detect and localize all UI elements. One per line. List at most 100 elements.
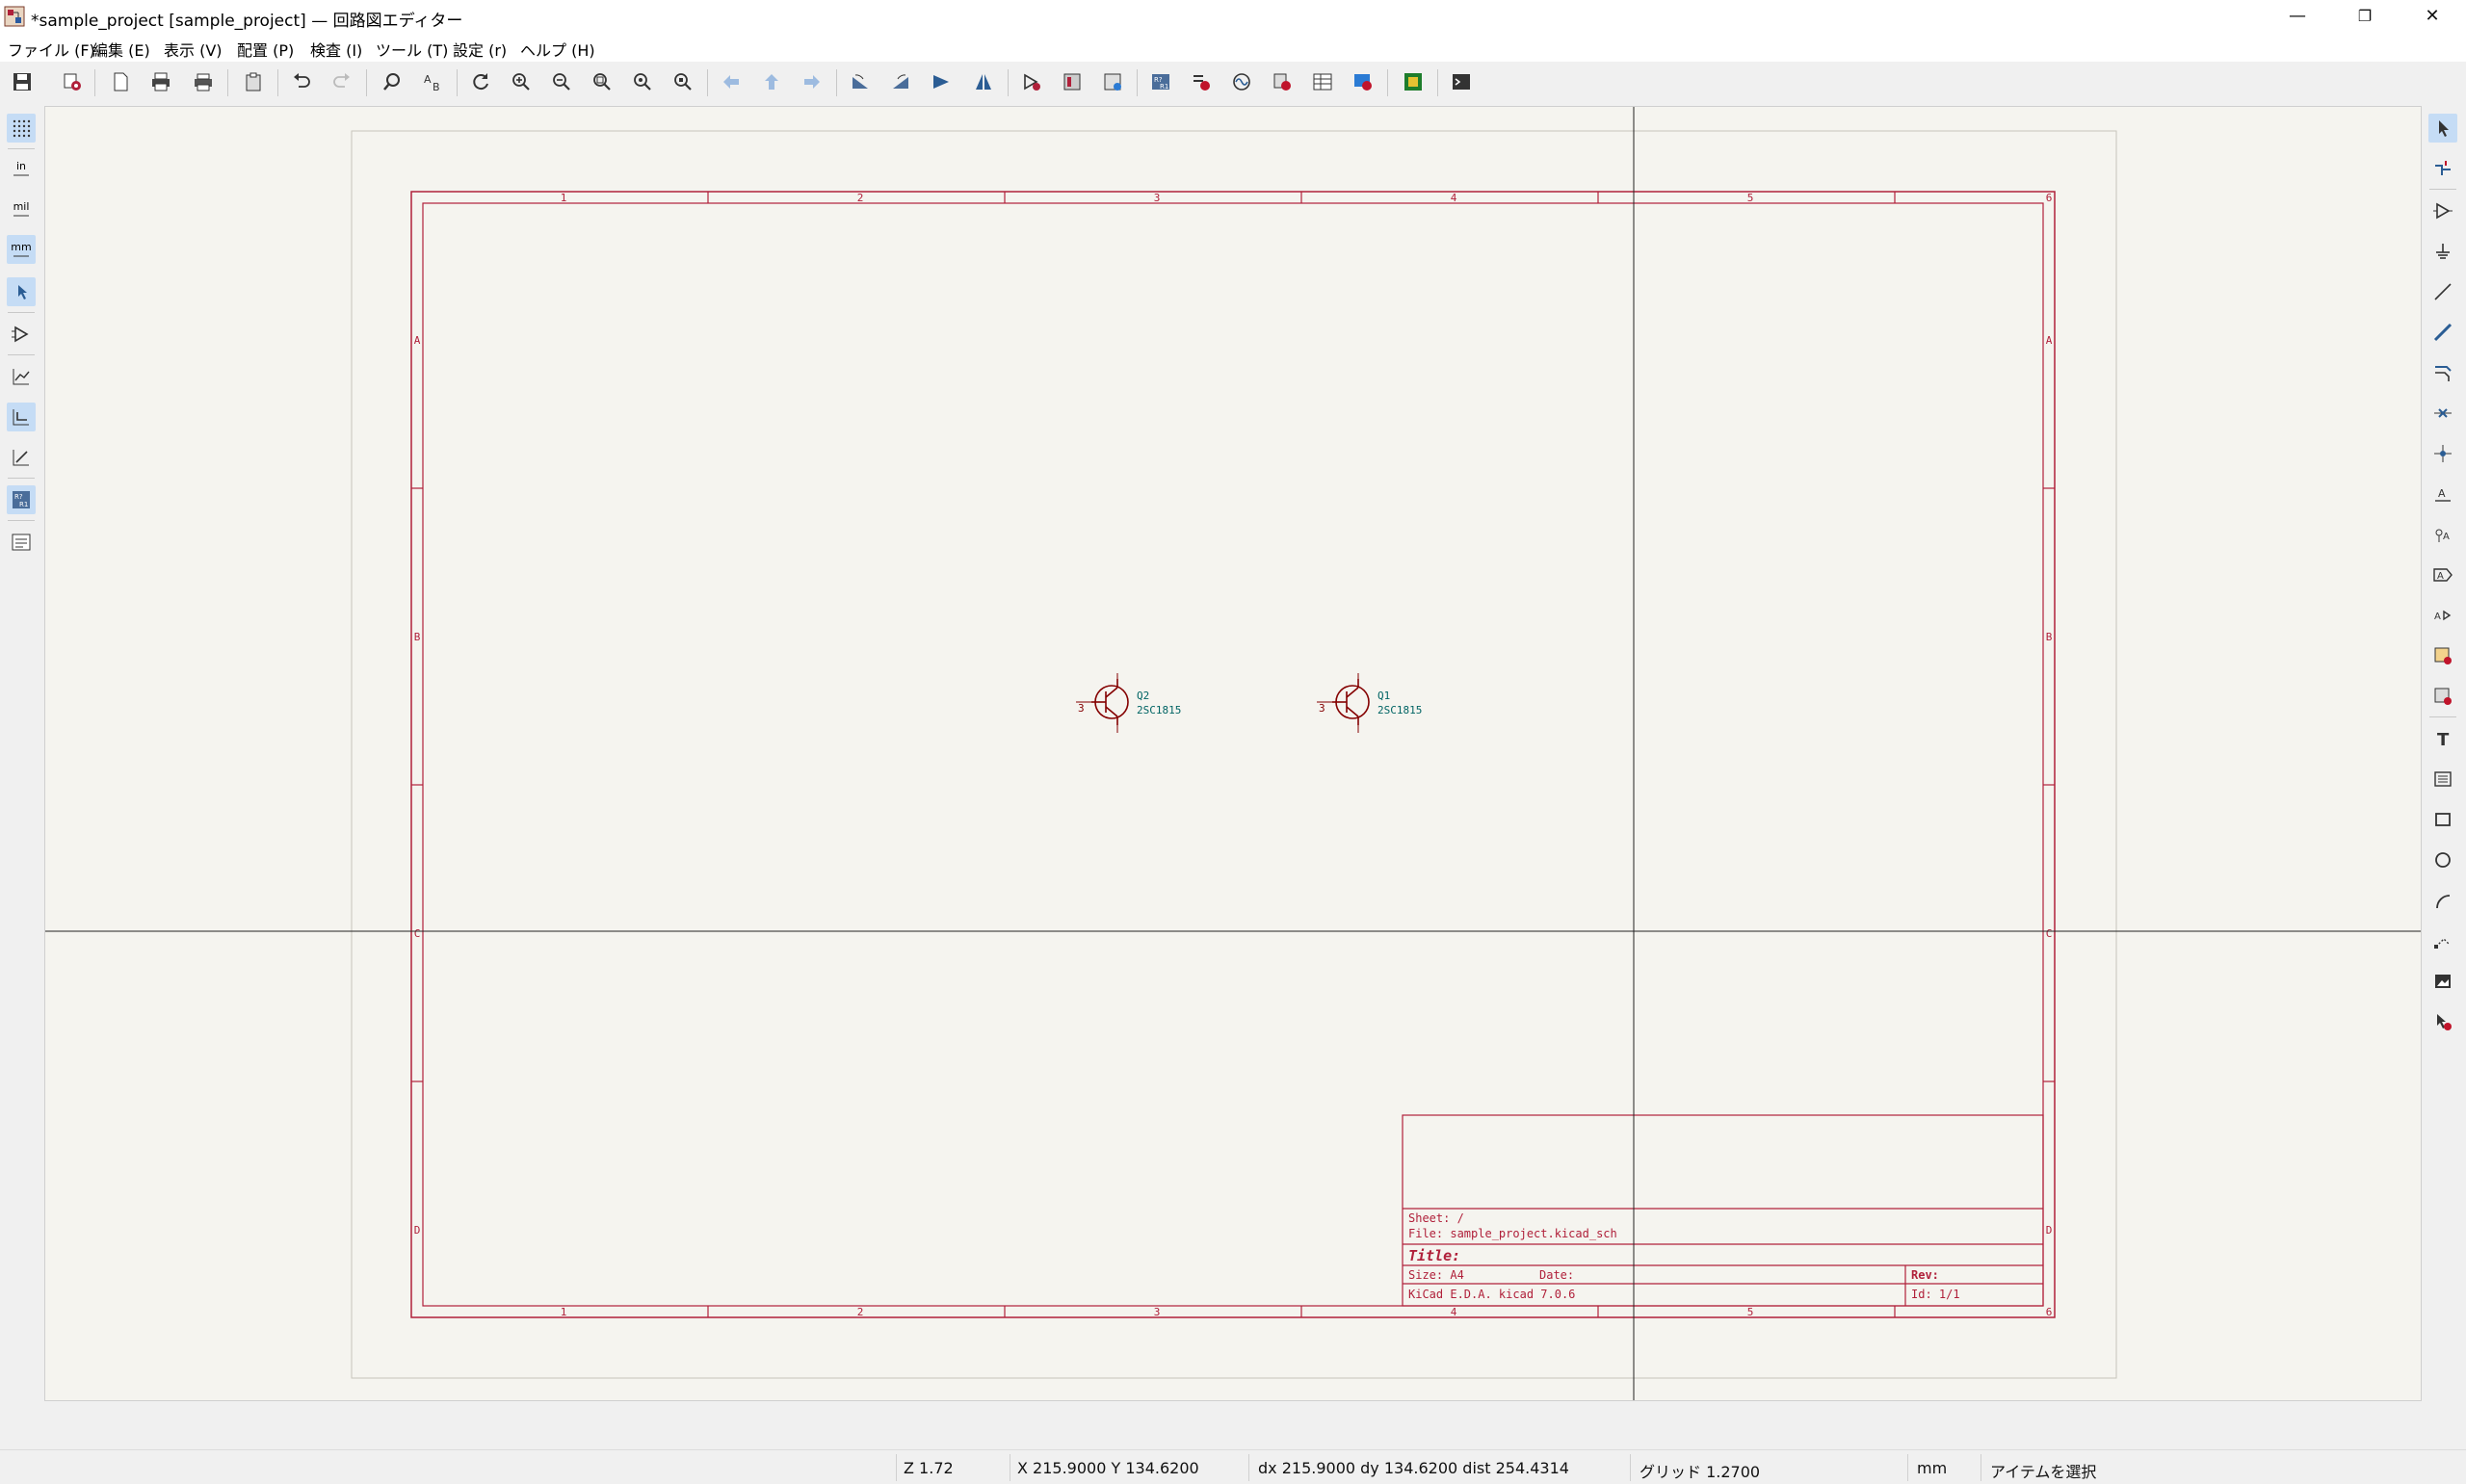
col-label-top: 1 <box>561 192 567 204</box>
hidden-pins-icon[interactable] <box>7 320 36 349</box>
zoom-selection-icon[interactable] <box>669 67 697 96</box>
line-mode-free-icon[interactable] <box>7 362 36 391</box>
footprint-assign-icon[interactable] <box>1098 67 1127 96</box>
add-label-icon[interactable]: A <box>2428 480 2457 508</box>
undo-icon[interactable] <box>287 67 316 96</box>
status-units: mm <box>1917 1459 1948 1477</box>
add-bus-entry-icon[interactable] <box>2428 358 2457 387</box>
simulator-icon[interactable] <box>1227 67 1256 96</box>
col-label-top: 5 <box>1747 192 1754 204</box>
col-label-bottom: 4 <box>1451 1306 1457 1318</box>
add-circle-icon[interactable] <box>2428 846 2457 874</box>
add-arc-icon[interactable] <box>2428 886 2457 915</box>
col-label-top: 2 <box>857 192 864 204</box>
nav-back-icon[interactable] <box>717 67 746 96</box>
annotate-toggle-icon[interactable]: R? R1 <box>7 485 36 514</box>
line-mode-90-icon[interactable] <box>7 403 36 431</box>
nav-forward-icon[interactable] <box>798 67 826 96</box>
menu-tools[interactable]: ツール (T) <box>376 38 448 61</box>
millimeters-icon[interactable]: mm <box>7 235 36 264</box>
add-net-class-directive-icon[interactable]: A <box>2428 520 2457 549</box>
mirror-v-icon[interactable] <box>927 67 956 96</box>
row-label-left: A <box>414 334 421 347</box>
menu-help[interactable]: ヘルプ (H) <box>520 38 595 61</box>
menu-edit[interactable]: 編集 (E) <box>92 38 150 61</box>
schematic-setup-icon[interactable] <box>58 67 87 96</box>
add-wire-icon[interactable] <box>2428 277 2457 306</box>
row-label-right: D <box>2046 1224 2053 1237</box>
delete-icon[interactable] <box>2428 1007 2457 1036</box>
add-graphic-line-icon[interactable] <box>2428 926 2457 955</box>
refresh-icon[interactable] <box>466 67 495 96</box>
zoom-fit-icon[interactable] <box>588 67 616 96</box>
status-delta: dx 215.9000 dy 134.6200 dist 254.4314 <box>1258 1459 1569 1477</box>
line-mode-45-icon[interactable] <box>7 443 36 472</box>
no-connect-icon[interactable] <box>2428 399 2457 428</box>
grid-toggle-icon[interactable] <box>7 114 36 143</box>
title-block-sheet: Sheet: / <box>1408 1211 1464 1225</box>
select-icon[interactable] <box>2428 114 2457 143</box>
add-rectangle-icon[interactable] <box>2428 805 2457 834</box>
add-bus-icon[interactable] <box>2428 318 2457 347</box>
zoom-in-icon[interactable] <box>507 67 536 96</box>
zoom-objects-icon[interactable] <box>628 67 657 96</box>
symbol-editor-icon[interactable] <box>1017 67 1046 96</box>
close-button[interactable]: ✕ <box>2399 0 2466 33</box>
minimize-button[interactable]: — <box>2264 0 2331 33</box>
bom-icon[interactable] <box>1268 67 1297 96</box>
add-junction-icon[interactable] <box>2428 439 2457 468</box>
add-sheet-icon[interactable] <box>2428 641 2457 670</box>
save-icon[interactable] <box>8 67 37 96</box>
svg-text:T: T <box>2437 730 2450 749</box>
page-settings-icon[interactable] <box>106 67 135 96</box>
menu-view[interactable]: 表示 (V) <box>164 38 223 61</box>
update-pcb-icon[interactable] <box>1349 67 1377 96</box>
scripting-console-icon[interactable] <box>1447 67 1476 96</box>
field-editor-icon[interactable] <box>1308 67 1337 96</box>
menu-inspect[interactable]: 検査 (I) <box>310 38 362 61</box>
add-hier-label-icon[interactable]: A <box>2428 601 2457 630</box>
col-label-bottom: 5 <box>1747 1306 1754 1318</box>
add-image-icon[interactable] <box>2428 967 2457 996</box>
highlight-net-icon[interactable] <box>2428 154 2457 183</box>
plot-icon[interactable] <box>189 67 218 96</box>
title-block-tool: KiCad E.D.A. kicad 7.0.6 <box>1408 1288 1575 1301</box>
erc-icon[interactable] <box>1187 67 1216 96</box>
symbol-reference: Q2 <box>1137 690 1149 702</box>
find-replace-icon[interactable]: AB <box>418 67 447 96</box>
add-global-label-icon[interactable]: A <box>2428 560 2457 589</box>
svg-text:A: A <box>2437 571 2444 582</box>
print-icon[interactable] <box>146 67 175 96</box>
col-label-bottom: 6 <box>2046 1306 2053 1318</box>
find-icon[interactable] <box>378 67 407 96</box>
redo-icon[interactable] <box>328 67 356 96</box>
status-bar: Z 1.72 X 215.9000 Y 134.6200 dx 215.9000… <box>0 1449 2466 1484</box>
restore-button[interactable]: ❐ <box>2331 0 2399 33</box>
zoom-out-icon[interactable] <box>547 67 576 96</box>
rotate-ccw-icon[interactable] <box>846 67 875 96</box>
cursor-full-icon[interactable] <box>7 277 36 306</box>
add-text-icon[interactable]: T <box>2428 724 2457 753</box>
annotate-icon[interactable]: R? R1 <box>1146 67 1175 96</box>
col-label-bottom: 2 <box>857 1306 864 1318</box>
pcb-editor-icon[interactable] <box>1399 67 1428 96</box>
mirror-h-icon[interactable] <box>969 67 998 96</box>
menu-file[interactable]: ファイル (F) <box>8 38 95 61</box>
import-sheet-pin-icon[interactable] <box>2428 682 2457 711</box>
add-power-icon[interactable] <box>2428 237 2457 266</box>
paste-icon[interactable] <box>239 67 268 96</box>
row-label-left: B <box>414 631 421 643</box>
symbol-browser-icon[interactable] <box>1058 67 1087 96</box>
inches-icon[interactable]: in <box>7 154 36 183</box>
add-symbol-icon[interactable] <box>2428 196 2457 225</box>
menu-preferences[interactable]: 設定 (r) <box>453 38 507 61</box>
message-panel <box>0 1401 2466 1449</box>
menu-place[interactable]: 配置 (P) <box>237 38 294 61</box>
right-toolbar: A A A A T <box>2422 106 2466 1401</box>
hierarchy-navigator-icon[interactable] <box>7 528 36 557</box>
nav-up-icon[interactable] <box>757 67 786 96</box>
schematic-canvas[interactable]: 1 2 3 4 5 6 1 2 3 4 5 6 A B C D A B C D <box>44 106 2422 1401</box>
mils-icon[interactable]: mil <box>7 195 36 223</box>
add-textbox-icon[interactable] <box>2428 765 2457 794</box>
rotate-cw-icon[interactable] <box>886 67 915 96</box>
